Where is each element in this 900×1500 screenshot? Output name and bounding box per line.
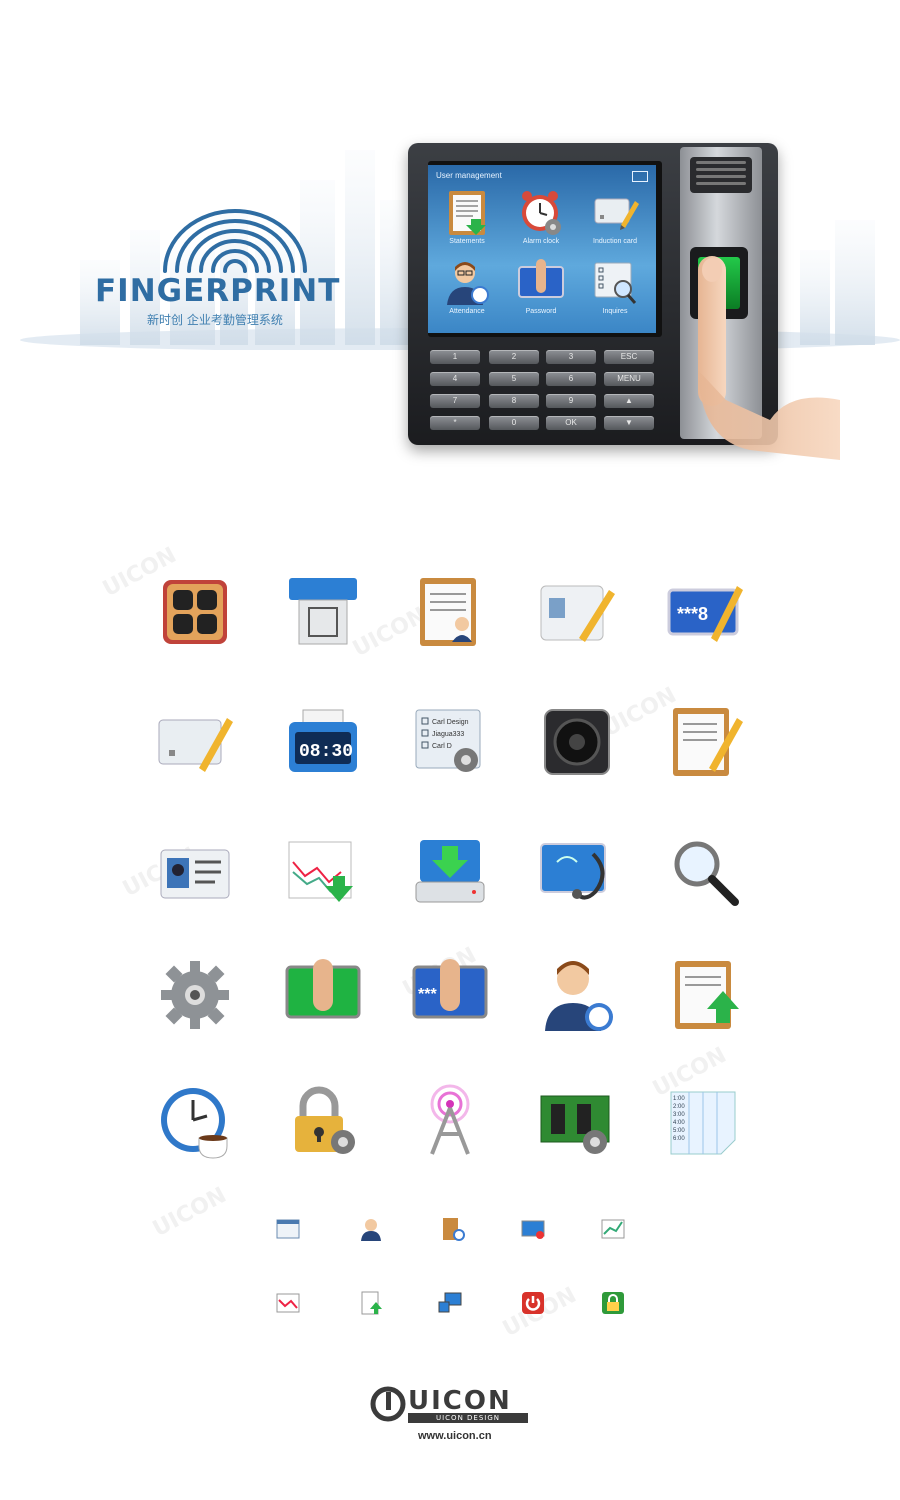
tile-statements[interactable]: Statements	[434, 187, 500, 257]
key-0[interactable]: 0	[489, 416, 539, 430]
screen-title: User management	[436, 171, 502, 180]
clipboard-user-icon[interactable]	[410, 572, 490, 652]
schedule-time: 2:00	[673, 1104, 685, 1110]
tile-label: Inquires	[602, 308, 628, 315]
induction-card-icon	[594, 198, 639, 230]
lock-small-icon[interactable]	[600, 1290, 626, 1316]
finger-image	[690, 250, 850, 495]
brand-title: FINGERPRINT	[95, 273, 341, 309]
clipboard-edit-icon[interactable]	[665, 702, 745, 782]
user-small-icon[interactable]	[358, 1216, 384, 1242]
key-esc[interactable]: ESC	[604, 350, 654, 364]
power-icon[interactable]	[520, 1290, 546, 1316]
key-up[interactable]: ▲	[604, 394, 654, 408]
edit-icon[interactable]	[632, 171, 648, 182]
tile-label: Password	[525, 308, 557, 315]
alarm-clock-icon	[522, 191, 561, 235]
tile-attendance[interactable]: Attendance	[434, 257, 500, 327]
checklist-line: Carl D	[432, 743, 452, 750]
schedule-time: 4:00	[673, 1120, 685, 1126]
fingerprint-scan-icon[interactable]	[283, 955, 363, 1035]
tile-label: Induction card	[593, 238, 637, 245]
schedule-time: 1:00	[673, 1096, 685, 1102]
door-clock-icon[interactable]	[440, 1216, 466, 1242]
tile-induction-card[interactable]: Induction card	[582, 187, 648, 257]
id-badge-icon[interactable]	[155, 832, 235, 912]
clipboard-upload-icon[interactable]	[665, 955, 745, 1035]
lock-settings-icon[interactable]	[283, 1082, 363, 1162]
card-edit-icon[interactable]	[155, 702, 235, 782]
footer-url[interactable]: www.uicon.cn	[418, 1430, 492, 1442]
footer-brand: UICON	[408, 1386, 512, 1416]
keypad-icon[interactable]	[155, 572, 235, 652]
schedule-sheet-icon[interactable]: 1:00 2:00 3:00 4:00 5:00 6:00	[665, 1082, 745, 1162]
attendance-icon	[447, 262, 489, 305]
screen-add-icon[interactable]	[520, 1216, 546, 1242]
watermark: UICON	[148, 1182, 231, 1243]
key-8[interactable]: 8	[489, 394, 539, 408]
usb-drive-icon[interactable]	[283, 572, 363, 652]
antenna-icon[interactable]	[410, 1082, 490, 1162]
password-finger-icon[interactable]: *** 8	[410, 955, 490, 1035]
key-4[interactable]: 4	[430, 372, 480, 386]
chart-download-icon[interactable]	[283, 832, 363, 912]
brand-tagline: 新时创 企业考勤管理系统	[147, 313, 283, 327]
tile-label: Alarm clock	[522, 238, 560, 245]
key-3[interactable]: 3	[546, 350, 596, 364]
speaker-icon[interactable]	[537, 702, 617, 782]
key-7[interactable]: 7	[430, 394, 480, 408]
key-9[interactable]: 9	[546, 394, 596, 408]
checklist-line: Carl Design	[432, 719, 469, 726]
circuit-settings-icon[interactable]	[537, 1082, 617, 1162]
key-ok[interactable]: OK	[546, 416, 596, 430]
speaker-vents	[690, 157, 752, 193]
password-icon	[518, 259, 564, 298]
user-clock-icon[interactable]	[537, 955, 617, 1035]
uicon-logo-icon	[370, 1386, 406, 1422]
tile-alarm-clock[interactable]: Alarm clock	[508, 187, 574, 257]
key-5[interactable]: 5	[489, 372, 539, 386]
tile-inquires[interactable]: Inquires	[582, 257, 648, 327]
key-down[interactable]: ▼	[604, 416, 654, 430]
tile-label: Statements	[449, 238, 485, 245]
tile-label: Attendance	[449, 308, 485, 315]
key-6[interactable]: 6	[546, 372, 596, 386]
checklist-settings-icon[interactable]: Carl Design Jiagua333 Carl D	[410, 702, 490, 782]
gear-icon[interactable]	[155, 955, 235, 1035]
clock-display-icon[interactable]: 08:30	[283, 702, 363, 782]
tile-password[interactable]: Password	[508, 257, 574, 327]
footer-subtitle: UICON DESIGN	[408, 1413, 528, 1423]
svg-text:***8: ***8	[677, 604, 708, 624]
checklist-line: Jiagua333	[432, 731, 464, 738]
chart-small-icon[interactable]	[600, 1216, 626, 1242]
device-screen: User management Statements Alarm clock I…	[428, 165, 656, 333]
inquires-icon	[594, 262, 637, 304]
clock-coffee-icon[interactable]	[155, 1082, 235, 1162]
key-star[interactable]: *	[430, 416, 480, 430]
line-chart-small-icon[interactable]	[275, 1290, 301, 1316]
key-menu[interactable]: MENU	[604, 372, 654, 386]
schedule-time: 5:00	[673, 1128, 685, 1134]
schedule-time: 3:00	[673, 1112, 685, 1118]
password-edit-icon[interactable]: ***8	[665, 572, 745, 652]
network-computer-icon[interactable]	[437, 1290, 463, 1316]
diagnostics-icon[interactable]	[537, 832, 617, 912]
document-upload-icon[interactable]	[358, 1290, 384, 1316]
key-2[interactable]: 2	[489, 350, 539, 364]
schedule-time: 6:00	[673, 1136, 685, 1142]
fingerprint-logo: FINGERPRINT 新时创 企业考勤管理系统	[95, 205, 365, 327]
fingerprint-arcs-icon	[163, 209, 307, 273]
window-icon[interactable]	[275, 1216, 301, 1242]
drive-download-icon[interactable]	[410, 832, 490, 912]
search-icon[interactable]	[665, 832, 745, 912]
id-card-edit-icon[interactable]	[537, 572, 617, 652]
statements-icon	[449, 191, 486, 235]
key-1[interactable]: 1	[430, 350, 480, 364]
clock-display-text: 08:30	[299, 742, 353, 762]
